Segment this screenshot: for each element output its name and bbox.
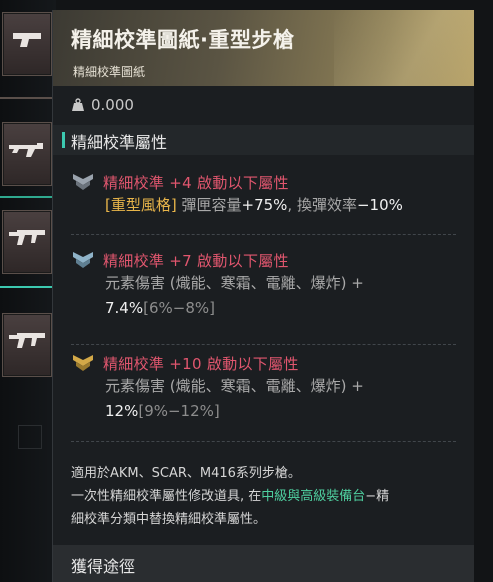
divider [71,344,456,345]
inventory-slot-smg[interactable] [2,122,52,186]
section-accent [62,132,65,148]
description-line: 一次性精細校準屬性修改道具, 在中級與高級裝備台−精 [71,485,466,508]
acquisition-header[interactable]: 獲得途徑 [53,545,474,582]
tooltip-header: 精細校準圖紙·重型步槍 精細校準圖紙 [53,10,474,86]
inventory-slot-pistol[interactable] [2,12,52,76]
style-tag: [重型風格] [105,196,177,214]
rifle-icon [9,230,45,245]
tier-label: 精細校準 +7 啟動以下屬性 [103,251,289,270]
effect-text: 元素傷害 (熾能、寒霜、電離、爆炸) + [105,377,364,395]
effect-value: 7.4% [105,299,144,317]
effect-range: [9%−12%] [138,402,220,420]
slot-divider [0,97,56,99]
item-description: 適用於AKM、SCAR、M416系列步槍。 一次性精細校準屬性修改道具, 在中級… [71,462,466,531]
description-line: 適用於AKM、SCAR、M416系列步槍。 [71,466,301,481]
pistol-icon [13,33,41,47]
tier-effect: 元素傷害 (熾能、寒霜、電離、爆炸) + 7.4%[6%−8%] [105,271,456,321]
slot-divider-teal [0,196,56,198]
acquisition-title: 獲得途徑 [71,557,136,576]
smg-icon [9,143,43,157]
item-title: 精細校準圖紙·重型步槍 [71,28,295,52]
inventory-strip [0,0,56,582]
chevron-emblem-icon [73,174,93,190]
item-subtitle: 精細校準圖紙 [73,65,146,79]
section-header: 精細校準屬性 [53,125,474,155]
description-text: 一次性精細校準屬性修改道具, 在 [71,489,262,504]
tier-effect: [重型風格] 彈匣容量+75%, 換彈效率−10% [105,193,456,218]
effect-text: 彈匣容量 [176,196,242,214]
tier-effect: 元素傷害 (熾能、寒霜、電離、爆炸) + 12%[9%−12%] [105,374,456,424]
calibration-tier-7: 精細校準 +7 啟動以下屬性 元素傷害 (熾能、寒霜、電離、爆炸) + 7.4%[… [71,249,456,321]
divider [71,441,456,442]
description-text: −精 [365,489,390,504]
effect-range: [6%−8%] [143,299,215,317]
tier-label: 精細校準 +10 啟動以下屬性 [103,354,299,373]
section-title: 精細校準屬性 [71,133,168,152]
effect-value: 12% [105,402,139,420]
weight-row: 0.000 [71,94,134,116]
inventory-slot-rifle-1[interactable] [2,210,52,274]
slot-divider-teal [0,286,56,288]
description-line: 細校準分類中替換精細校準屬性。 [71,512,267,527]
calibration-tier-10: 精細校準 +10 啟動以下屬性 元素傷害 (熾能、寒霜、電離、爆炸) + 12%[… [71,352,456,424]
item-tooltip: 精細校準圖紙·重型步槍 精細校準圖紙 0.000 精細校準屬性 精細校準 +4 … [52,10,474,582]
effect-value-2: −10% [356,196,403,214]
divider [71,234,456,235]
calibration-tier-4: 精細校準 +4 啟動以下屬性 [重型風格] 彈匣容量+75%, 換彈效率−10% [71,171,456,218]
empty-slot-outline [18,425,42,449]
rifle-icon [9,333,45,348]
description-highlight: 中級與高級裝備台 [261,489,366,504]
weight-icon [72,98,84,111]
effect-value: +75% [241,196,288,214]
inventory-slot-rifle-2[interactable] [2,313,52,377]
item-weight: 0.000 [91,96,134,114]
effect-text-2: , 換彈效率 [287,196,357,214]
chevron-emblem-icon [73,252,93,268]
chevron-emblem-icon [73,355,93,371]
effect-text: 元素傷害 (熾能、寒霜、電離、爆炸) + [105,274,364,292]
tier-label: 精細校準 +4 啟動以下屬性 [103,173,289,192]
